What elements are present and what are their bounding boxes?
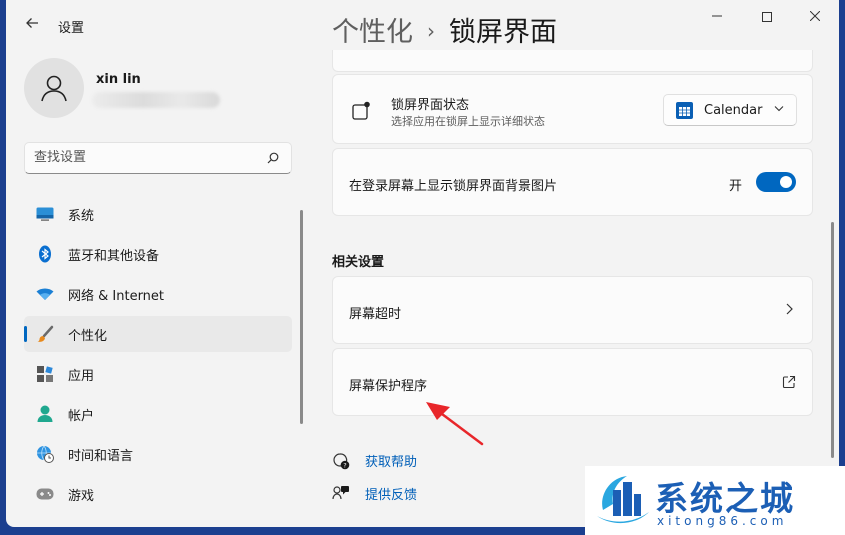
gamepad-icon	[35, 484, 55, 504]
sidebar-item-label: 网络 & Internet	[68, 288, 165, 304]
open-external-icon	[782, 375, 796, 389]
avatar[interactable]	[24, 58, 84, 118]
app-title: 设置	[58, 21, 85, 36]
sidebar-item-label: 系统	[68, 208, 95, 224]
lock-status-icon	[352, 101, 370, 120]
brush-icon	[35, 324, 55, 344]
sidebar-item-gaming[interactable]: 游戏	[24, 476, 292, 512]
help-icon: ?	[333, 452, 350, 469]
lock-status-subtitle: 选择应用在锁屏上显示详细状态	[391, 115, 545, 128]
show-background-card: 在登录屏幕上显示锁屏界面背景图片 开	[332, 148, 813, 216]
sidebar-item-label: 帐户	[68, 408, 95, 424]
maximize-button[interactable]	[744, 6, 790, 28]
get-help-label: 获取帮助	[365, 455, 418, 470]
sidebar-scrollbar[interactable]	[300, 210, 303, 424]
sidebar-item-label: 时间和语言	[68, 448, 134, 464]
page-title: 锁屏界面	[449, 17, 557, 48]
lock-status-title: 锁屏界面状态	[391, 98, 470, 113]
watermark: 系统之城 xitong86.com	[585, 466, 845, 535]
sidebar-nav: 系统 蓝牙和其他设备 网络 & Internet 个性化 应用 帐户 时间和语言…	[24, 196, 292, 516]
feedback-icon	[332, 485, 349, 499]
close-icon	[809, 10, 821, 22]
annotation-arrow-icon	[426, 402, 484, 446]
search-box[interactable]	[24, 142, 292, 174]
dropdown-value: Calendar	[704, 103, 763, 118]
svg-text:?: ?	[343, 461, 346, 469]
screen-timeout-row[interactable]: 屏幕超时	[332, 276, 813, 344]
minimize-button[interactable]	[694, 6, 740, 28]
close-button[interactable]	[792, 6, 838, 28]
minimize-icon	[712, 15, 722, 17]
user-name: xin lin	[96, 72, 141, 87]
watermark-title: 系统之城	[655, 479, 795, 518]
back-button[interactable]	[20, 14, 44, 36]
bluetooth-icon	[35, 244, 55, 264]
screen-timeout-label: 屏幕超时	[349, 307, 402, 322]
sidebar-item-time-language[interactable]: 时间和语言	[24, 436, 292, 472]
calendar-icon	[676, 102, 693, 119]
user-icon	[41, 75, 67, 102]
related-settings-heading: 相关设置	[332, 255, 385, 270]
sidebar-item-label: 游戏	[68, 488, 95, 504]
sidebar-item-network[interactable]: 网络 & Internet	[24, 276, 292, 312]
sidebar-item-label: 个性化	[68, 328, 108, 344]
give-feedback-link[interactable]: 提供反馈	[332, 484, 417, 503]
sidebar-item-bluetooth[interactable]: 蓝牙和其他设备	[24, 236, 292, 272]
maximize-icon	[762, 12, 772, 22]
get-help-link[interactable]: ? 获取帮助	[332, 451, 417, 470]
sidebar-item-label: 蓝牙和其他设备	[68, 248, 160, 264]
user-email-blurred	[92, 92, 220, 108]
watermark-logo-icon	[597, 476, 649, 524]
chevron-right-icon	[784, 301, 794, 320]
lock-screen-status-card: 锁屏界面状态 选择应用在锁屏上显示详细状态 Calendar	[332, 74, 813, 144]
breadcrumb-separator: ›	[427, 19, 435, 43]
sidebar-item-system[interactable]: 系统	[24, 196, 292, 232]
settings-window: 设置 xin lin 系统	[6, 0, 839, 527]
show-background-toggle[interactable]	[756, 172, 796, 192]
main-scrollbar[interactable]	[831, 222, 834, 458]
search-icon[interactable]	[267, 152, 279, 164]
toggle-state-label: 开	[729, 179, 743, 194]
sidebar-item-accounts[interactable]: 帐户	[24, 396, 292, 432]
sidebar-item-personalization[interactable]: 个性化	[24, 316, 292, 352]
screen-saver-row[interactable]: 屏幕保护程序	[332, 348, 813, 416]
arrow-left-icon	[26, 18, 38, 28]
account-icon	[35, 404, 55, 424]
search-input[interactable]	[34, 150, 254, 165]
show-background-title: 在登录屏幕上显示锁屏界面背景图片	[349, 179, 558, 194]
globe-clock-icon	[35, 444, 55, 464]
apps-icon	[35, 364, 55, 384]
watermark-url: xitong86.com	[657, 514, 788, 528]
settings-card-partial	[332, 50, 813, 72]
screen-saver-label: 屏幕保护程序	[349, 379, 428, 394]
sidebar-item-label: 应用	[68, 368, 95, 384]
monitor-icon	[35, 204, 55, 224]
chevron-down-icon	[774, 103, 784, 116]
breadcrumb: 个性化 › 锁屏界面	[332, 10, 557, 49]
lock-status-dropdown[interactable]: Calendar	[663, 94, 797, 126]
give-feedback-label: 提供反馈	[365, 488, 418, 503]
breadcrumb-parent[interactable]: 个性化	[332, 17, 413, 48]
wifi-icon	[35, 284, 55, 304]
toggle-knob	[780, 176, 792, 188]
sidebar-item-apps[interactable]: 应用	[24, 356, 292, 392]
